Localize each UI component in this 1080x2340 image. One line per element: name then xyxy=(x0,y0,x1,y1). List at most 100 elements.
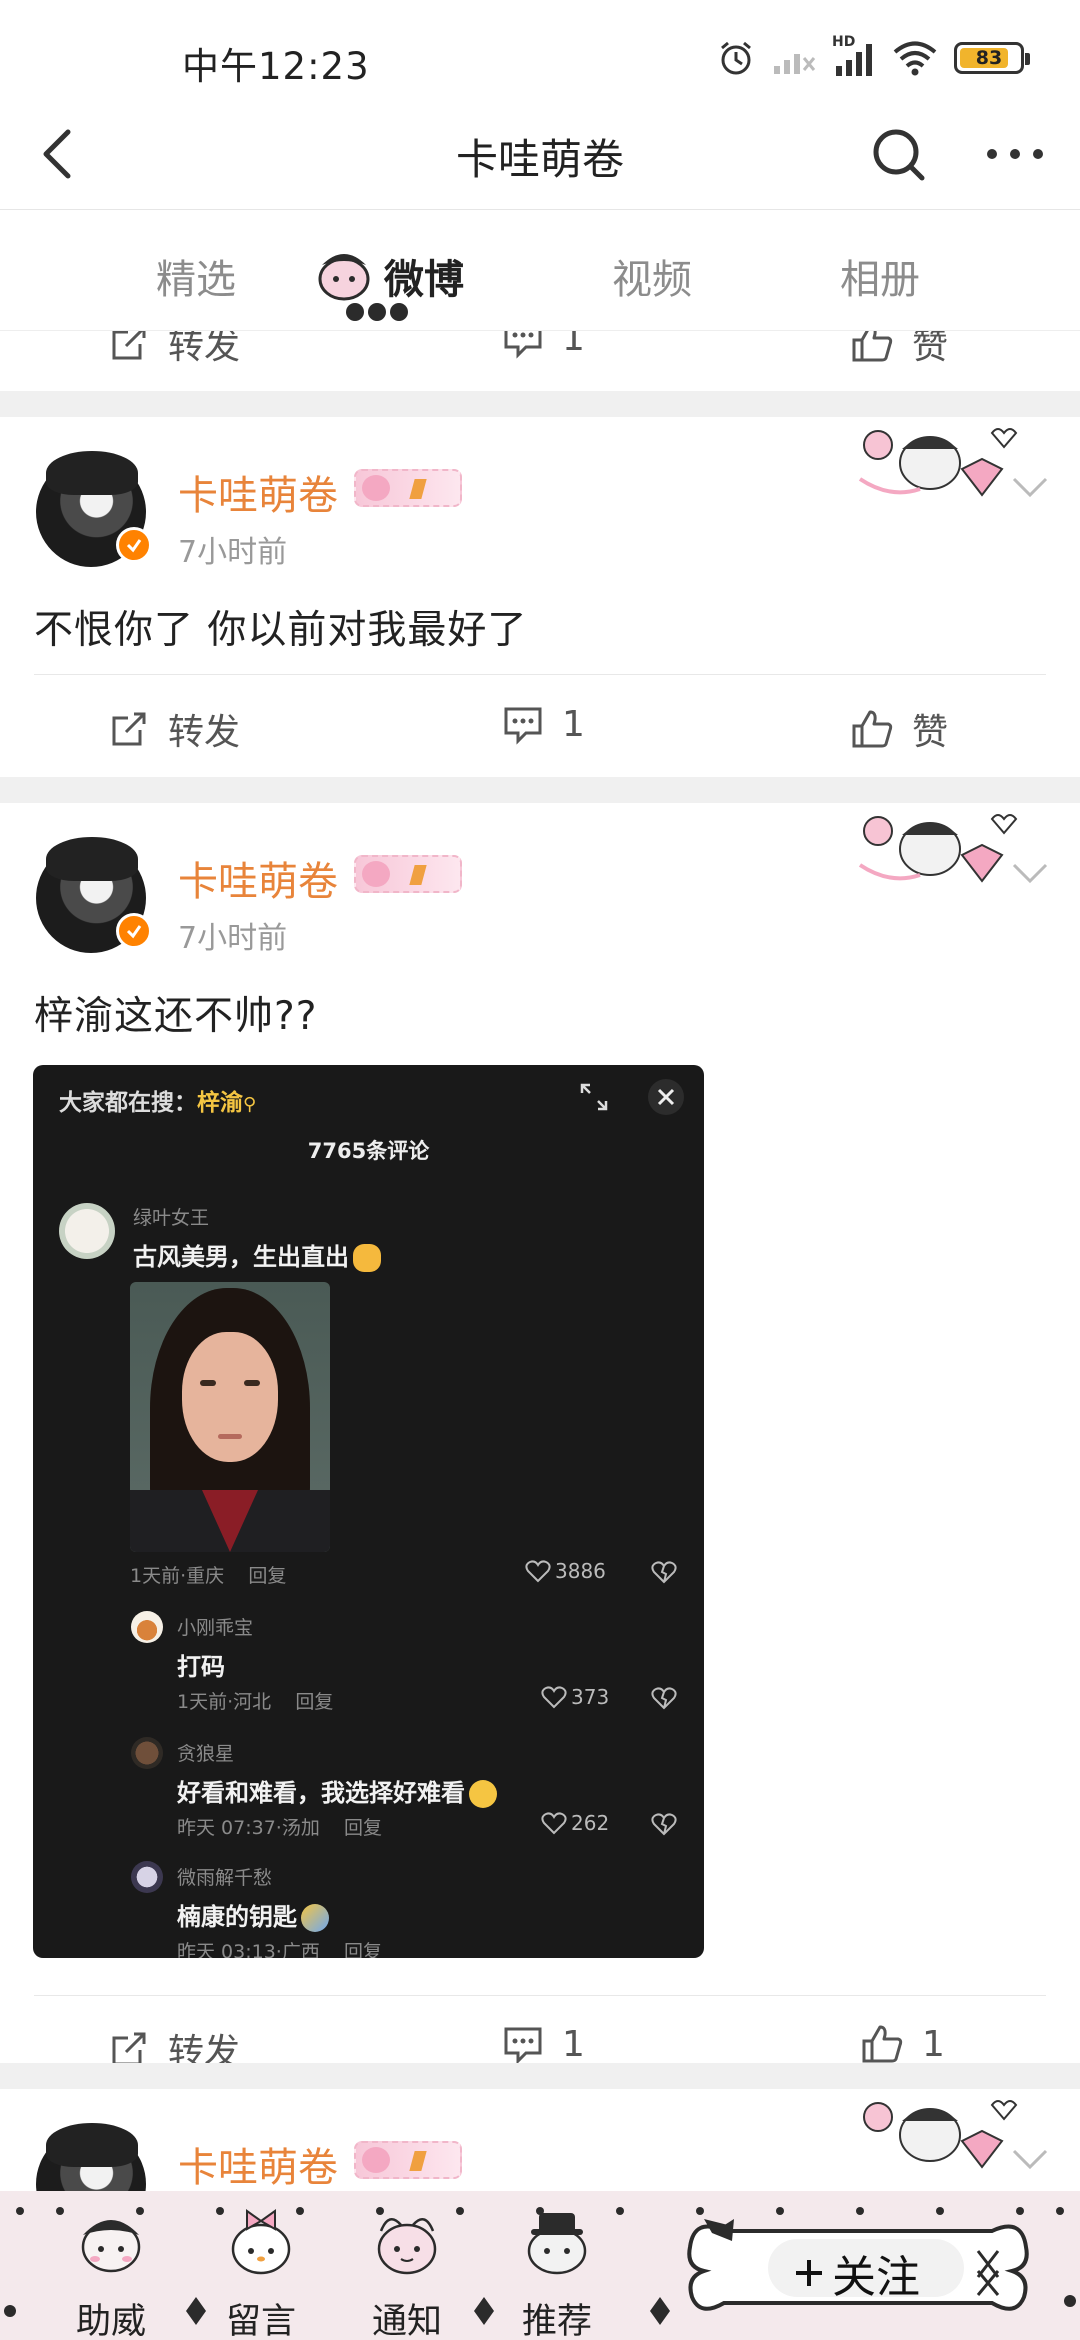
chevron-down-icon[interactable] xyxy=(1006,2135,1054,2183)
checkmark-icon xyxy=(126,925,142,939)
post-time: 7小时前 xyxy=(178,535,288,570)
plus-icon xyxy=(796,2260,822,2286)
checkmark-icon xyxy=(126,539,142,553)
avatar[interactable] xyxy=(36,2123,146,2191)
repost-label: 转发 xyxy=(168,712,241,753)
comment-meta: 昨天 07:37·汤加 回复 xyxy=(177,1813,382,1840)
bottom-bar: 助威 留言 通知 推荐 关注 xyxy=(0,2191,1080,2340)
comment-author: 贪狼星 xyxy=(177,1743,235,1765)
post-text: 不恨你了 你以前对我最好了 xyxy=(34,608,528,653)
follow-button[interactable]: 关注 xyxy=(684,2211,1032,2323)
follow-label-wrap: 关注 xyxy=(792,2241,920,2305)
bottom-item-notify[interactable]: 通知 xyxy=(352,2201,462,2340)
comment-location-time: 1天前·重庆 xyxy=(130,1565,225,1587)
avatar[interactable] xyxy=(36,837,152,953)
tab-weibo[interactable]: 微博 xyxy=(384,247,464,305)
post-separator xyxy=(34,1995,1046,1996)
battery-icon: 83 xyxy=(954,42,1030,74)
post-divider xyxy=(0,391,1080,417)
vip-badge xyxy=(354,2141,462,2179)
post-text: 梓渝这还不帅?? xyxy=(34,994,318,1039)
tab-stars-decoration xyxy=(346,303,408,321)
comment-like: 3886 xyxy=(525,1559,606,1583)
comment-location-time: 昨天 03:13·广西 xyxy=(177,1941,320,1958)
comment-avatar xyxy=(59,1203,115,1259)
comment-meta: 1天前·河北 回复 xyxy=(177,1687,333,1714)
username[interactable]: 卡哇萌卷 xyxy=(178,849,338,907)
prev-post-action-bar: 转发 1 赞 xyxy=(0,331,1080,389)
emoji-icon xyxy=(301,1904,329,1932)
comment-text: 楠康的钥匙 xyxy=(177,1897,329,1932)
comment-button[interactable]: 1 xyxy=(502,2023,585,2065)
comment-location-time: 1天前·河北 xyxy=(177,1691,272,1713)
post-separator xyxy=(34,674,1046,675)
vip-badge xyxy=(354,469,462,507)
search-icon[interactable] xyxy=(866,122,930,186)
bottom-item-message[interactable]: 留言 xyxy=(206,2201,316,2340)
mascot-bow-icon xyxy=(231,2209,291,2275)
bottom-item-recommend[interactable]: 推荐 xyxy=(502,2201,612,2340)
comment-count: 1 xyxy=(562,703,585,745)
broken-heart-icon xyxy=(651,1561,677,1584)
post-action-bar: 转发 1 赞 xyxy=(0,679,1080,775)
tab-featured[interactable]: 精选 xyxy=(156,247,236,305)
hot-search-bar: 大家都在搜：梓渝⚲ xyxy=(59,1083,256,1117)
chevron-down-icon[interactable] xyxy=(1006,463,1054,511)
post-image[interactable]: 大家都在搜：梓渝⚲ 7765条评论 绿叶女王 古风美男，生出直出 1天前·重庆 … xyxy=(33,1065,704,1958)
comment-text-content: 楠康的钥匙 xyxy=(177,1903,297,1931)
tab-videos[interactable]: 视频 xyxy=(612,247,692,305)
comment-like-count: 373 xyxy=(571,1685,610,1709)
mascot-hat-icon xyxy=(527,2213,587,2275)
heart-icon xyxy=(541,1686,567,1709)
post-divider xyxy=(0,2063,1080,2089)
username[interactable]: 卡哇萌卷 xyxy=(178,2135,338,2191)
like-button[interactable]: 赞 xyxy=(850,331,948,369)
comment-meta: 1天前·重庆 回复 xyxy=(130,1561,286,1588)
comment-button[interactable]: 1 xyxy=(502,331,585,359)
more-icon[interactable] xyxy=(980,122,1050,186)
signal-weak-icon xyxy=(774,54,816,74)
comment-photo xyxy=(130,1282,330,1552)
comment-avatar xyxy=(131,1861,163,1893)
avatar[interactable] xyxy=(36,451,152,567)
tab-albums[interactable]: 相册 xyxy=(840,247,920,305)
smile-emoji-icon xyxy=(469,1780,497,1808)
like-label: 赞 xyxy=(912,712,949,753)
nav-bar: 卡哇萌卷 xyxy=(0,100,1080,210)
like-button[interactable]: 赞 xyxy=(850,703,948,755)
post-card[interactable]: 卡哇萌卷 xyxy=(0,2089,1080,2191)
repost-button[interactable]: 转发 xyxy=(108,703,240,755)
post-divider xyxy=(0,777,1080,803)
bottom-item-label: 留言 xyxy=(225,2302,296,2340)
repost-button[interactable]: 转发 xyxy=(108,331,240,369)
wifi-icon xyxy=(893,41,937,76)
bottom-item-label: 推荐 xyxy=(521,2302,592,2340)
mascot-cheer-icon xyxy=(81,2220,141,2273)
comment-count-title: 7765条评论 xyxy=(307,1139,430,1163)
comment-like: 373 xyxy=(541,1685,609,1709)
post-card[interactable]: 卡哇萌卷 7小时前 不恨你了 你以前对我最好了 转发 1 赞 xyxy=(0,417,1080,777)
comment-button[interactable]: 1 xyxy=(502,703,585,745)
comment-text: 古风美男，生出直出 xyxy=(133,1237,381,1272)
profile-tabs: 精选 微博 视频 相册 xyxy=(0,211,1080,331)
comment-text-content: 好看和难看，我选择好难看 xyxy=(177,1779,465,1807)
broken-heart-icon xyxy=(651,1813,677,1836)
chevron-down-icon[interactable] xyxy=(1006,849,1054,897)
like-button[interactable]: 1 xyxy=(860,2023,945,2065)
mascot-notify-icon xyxy=(377,2218,437,2275)
alarm-icon xyxy=(721,41,751,75)
close-icon xyxy=(648,1079,684,1115)
post-card[interactable]: 卡哇萌卷 7小时前 梓渝这还不帅?? 大家都在搜：梓渝⚲ 7765条评论 绿叶女… xyxy=(0,803,1080,2073)
feed[interactable]: 转发 1 赞 卡哇萌卷 7小时前 不恨你了 你以前对我最好了 转发 1 赞 卡哇… xyxy=(0,331,1080,2191)
comment-icon xyxy=(504,331,542,359)
thumbs-up-icon xyxy=(852,710,893,748)
sticker-decoration-icon xyxy=(858,428,1018,497)
username[interactable]: 卡哇萌卷 xyxy=(178,463,338,521)
bottom-item-cheer[interactable]: 助威 xyxy=(56,2201,166,2340)
comment-avatar xyxy=(131,1611,163,1643)
hot-search-label: 大家都在搜： xyxy=(59,1090,197,1116)
follow-label: 关注 xyxy=(832,2252,920,2303)
comment-location-time: 昨天 07:37·汤加 xyxy=(177,1817,320,1839)
comment-icon xyxy=(504,2027,542,2065)
hot-search-term: 梓渝 xyxy=(197,1090,243,1116)
